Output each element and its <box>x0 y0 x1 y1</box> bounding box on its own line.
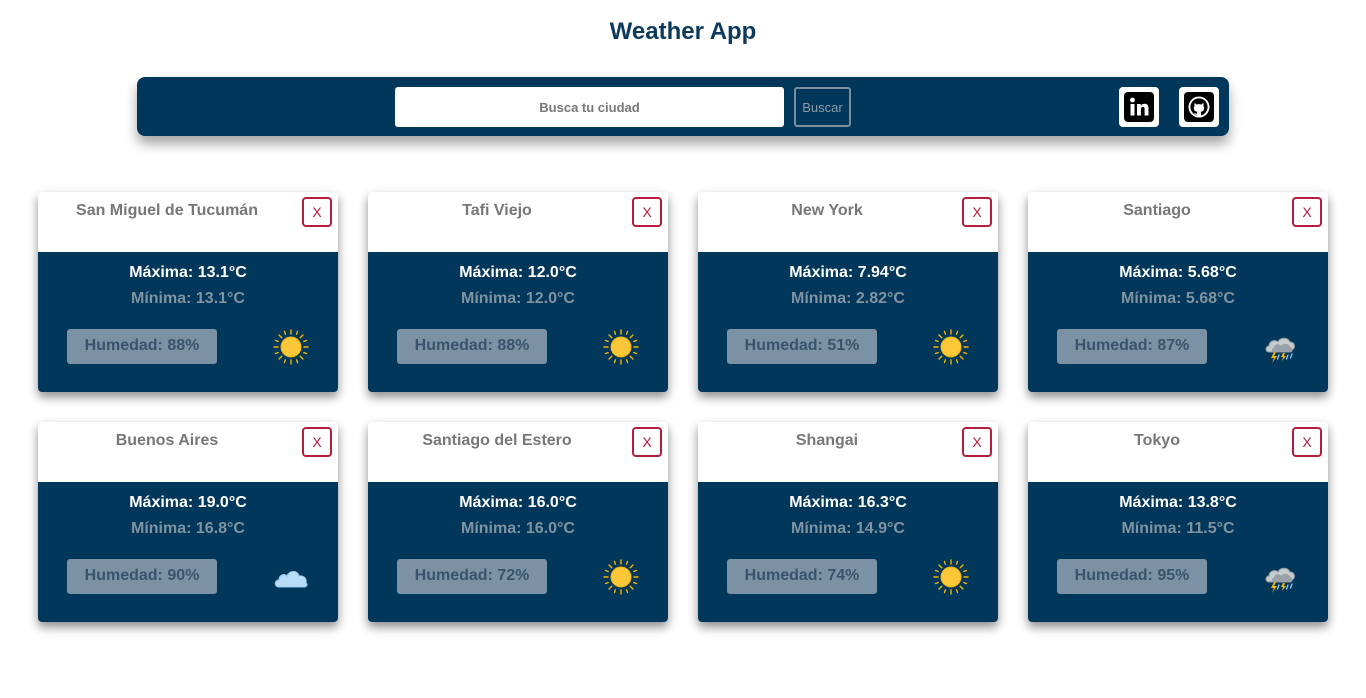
city-name: Santiago del Estero <box>422 432 572 449</box>
card-header: Tafi Viejo X <box>368 192 668 252</box>
weather-app-page: Weather App Buscar <box>0 0 1366 698</box>
humidity-badge: Humedad: 90% <box>67 559 217 594</box>
min-temperature: Mínima: 13.1°C <box>131 290 245 307</box>
city-name: Tokyo <box>1134 432 1180 449</box>
card-body: Máxima: 5.68°C Mínima: 5.68°C Humedad: 8… <box>1028 252 1328 392</box>
card-body: Máxima: 13.8°C Mínima: 11.5°C Humedad: 9… <box>1028 482 1328 622</box>
card-body: Máxima: 16.0°C Mínima: 16.0°C Humedad: 7… <box>368 482 668 622</box>
card-body: Máxima: 13.1°C Mínima: 13.1°C Humedad: 8… <box>38 252 338 392</box>
max-temperature: Máxima: 7.94°C <box>789 264 907 281</box>
card-body: Máxima: 7.94°C Mínima: 2.82°C Humedad: 5… <box>698 252 998 392</box>
min-temperature: Mínima: 16.0°C <box>461 520 575 537</box>
max-temperature: Máxima: 12.0°C <box>459 264 577 281</box>
linkedin-link[interactable] <box>1119 87 1159 127</box>
city-name: New York <box>791 202 863 219</box>
max-temperature: Máxima: 16.3°C <box>789 494 907 511</box>
search-input[interactable] <box>395 87 784 127</box>
github-link[interactable] <box>1179 87 1219 127</box>
sun-icon <box>933 559 969 595</box>
min-temperature: Mínima: 14.9°C <box>791 520 905 537</box>
humidity-badge: Humedad: 72% <box>397 559 547 594</box>
city-card: New York X Máxima: 7.94°C Mínima: 2.82°C… <box>698 192 998 392</box>
min-temperature: Mínima: 12.0°C <box>461 290 575 307</box>
sun-icon <box>603 329 639 365</box>
city-name: Buenos Aires <box>115 432 219 449</box>
card-body: Máxima: 19.0°C Mínima: 16.8°C Humedad: 9… <box>38 482 338 622</box>
card-header: Santiago X <box>1028 192 1328 252</box>
github-icon <box>1184 92 1214 122</box>
sun-icon <box>603 559 639 595</box>
max-temperature: Máxima: 5.68°C <box>1119 264 1237 281</box>
linkedin-icon <box>1124 92 1154 122</box>
search-bar: Buscar <box>137 77 1229 136</box>
min-temperature: Mínima: 11.5°C <box>1121 520 1235 537</box>
page-title: Weather App <box>609 18 757 45</box>
min-temperature: Mínima: 2.82°C <box>791 290 905 307</box>
city-name: Tafi Viejo <box>462 202 532 219</box>
close-button[interactable]: X <box>962 197 992 227</box>
humidity-badge: Humedad: 51% <box>727 329 877 364</box>
card-body: Máxima: 16.3°C Mínima: 14.9°C Humedad: 7… <box>698 482 998 622</box>
humidity-badge: Humedad: 95% <box>1057 559 1207 594</box>
close-button[interactable]: X <box>962 427 992 457</box>
thunderstorm-icon <box>1265 337 1295 363</box>
max-temperature: Máxima: 13.1°C <box>129 264 247 281</box>
min-temperature: Mínima: 16.8°C <box>131 520 245 537</box>
search-button[interactable]: Buscar <box>794 87 851 127</box>
close-button[interactable]: X <box>302 427 332 457</box>
city-name: San Miguel de Tucumán <box>76 202 258 219</box>
card-header: Tokyo X <box>1028 422 1328 482</box>
card-header: Santiago del Estero X <box>368 422 668 482</box>
card-header: Shangai X <box>698 422 998 482</box>
sun-icon <box>933 329 969 365</box>
cloud-icon <box>274 571 308 588</box>
max-temperature: Máxima: 19.0°C <box>129 494 247 511</box>
humidity-badge: Humedad: 88% <box>397 329 547 364</box>
city-card: San Miguel de Tucumán X Máxima: 13.1°C M… <box>38 192 338 392</box>
city-card: Buenos Aires X Máxima: 19.0°C Mínima: 16… <box>38 422 338 622</box>
close-button[interactable]: X <box>1292 427 1322 457</box>
humidity-badge: Humedad: 74% <box>727 559 877 594</box>
humidity-badge: Humedad: 88% <box>67 329 217 364</box>
card-header: New York X <box>698 192 998 252</box>
city-name: Shangai <box>795 432 859 449</box>
card-body: Máxima: 12.0°C Mínima: 12.0°C Humedad: 8… <box>368 252 668 392</box>
city-card: Tokyo X Máxima: 13.8°C Mínima: 11.5°C Hu… <box>1028 422 1328 622</box>
max-temperature: Máxima: 16.0°C <box>459 494 577 511</box>
sun-icon <box>273 329 309 365</box>
city-name: Santiago <box>1123 202 1191 219</box>
card-header: San Miguel de Tucumán X <box>38 192 338 252</box>
max-temperature: Máxima: 13.8°C <box>1119 494 1237 511</box>
close-button[interactable]: X <box>302 197 332 227</box>
close-button[interactable]: X <box>1292 197 1322 227</box>
city-card: Tafi Viejo X Máxima: 12.0°C Mínima: 12.0… <box>368 192 668 392</box>
close-button[interactable]: X <box>632 427 662 457</box>
city-card: Santiago del Estero X Máxima: 16.0°C Mín… <box>368 422 668 622</box>
city-card: Shangai X Máxima: 16.3°C Mínima: 14.9°C … <box>698 422 998 622</box>
card-header: Buenos Aires X <box>38 422 338 482</box>
close-button[interactable]: X <box>632 197 662 227</box>
thunderstorm-icon <box>1265 567 1295 593</box>
city-card: Santiago X Máxima: 5.68°C Mínima: 5.68°C… <box>1028 192 1328 392</box>
min-temperature: Mínima: 5.68°C <box>1121 290 1235 307</box>
humidity-badge: Humedad: 87% <box>1057 329 1207 364</box>
